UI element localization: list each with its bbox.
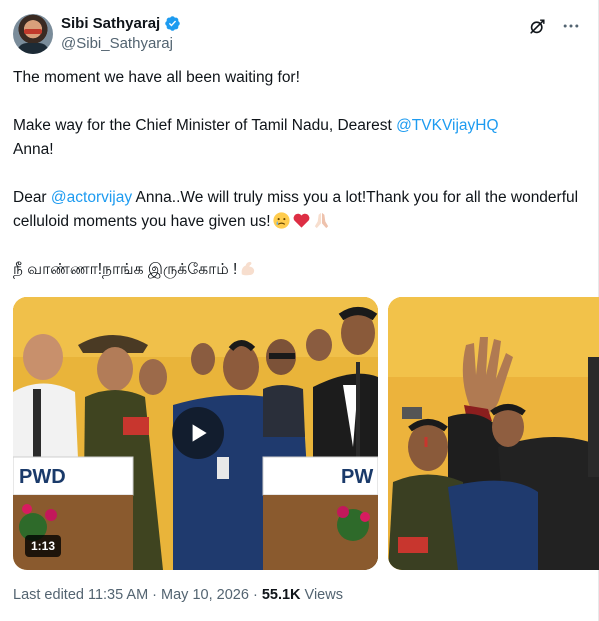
video-thumbnail-1[interactable]: PWD PW 1:13 [13, 297, 378, 570]
tweet-line-2-text: Make way for the Chief Minister of Tamil… [13, 117, 397, 134]
avatar-shirt [17, 43, 49, 54]
more-icon[interactable] [561, 16, 581, 36]
author-handle[interactable]: @Sibi_Sathyaraj [61, 35, 173, 52]
play-icon [192, 424, 207, 442]
video-duration-badge: 1:13 [25, 535, 62, 557]
tweet-line-1: The moment we have all been waiting for! [13, 69, 300, 86]
podium-label-left: PWD [19, 466, 66, 488]
tweet-line-3-lead: Dear [13, 189, 51, 206]
tweet-line-2-end: Anna! [13, 141, 54, 158]
tweet-text: The moment we have all been waiting for!… [13, 66, 583, 282]
tweet-header: Sibi Sathyaraj @Sibi_Sathyaraj [13, 12, 583, 56]
views-label: Views [300, 587, 343, 603]
tweet-meta: Last edited 11:35 AM · May 10, 2026 · 55… [13, 587, 343, 603]
verified-badge-icon [164, 15, 181, 32]
meta-separator: · [248, 587, 262, 603]
video-2-scene [388, 297, 599, 570]
avatar[interactable] [13, 14, 53, 54]
video-thumbnail-2[interactable] [388, 297, 599, 570]
author-name-row[interactable]: Sibi Sathyaraj [61, 15, 181, 32]
crying-face-emoji [272, 211, 291, 230]
views-count: 55.1K [261, 587, 301, 603]
header-actions [527, 16, 581, 36]
mention-actorvijay-link[interactable]: @actorvijay [51, 189, 132, 206]
avatar-glasses [24, 29, 42, 34]
play-button[interactable] [172, 407, 224, 459]
mention-tvkvijayhq-link[interactable]: @TVKVijayHQ [396, 117, 498, 134]
grok-icon[interactable] [527, 16, 547, 36]
tweet-line-4-text: நீ வாண்ணா!நாங்க இருக்கோம் ! [13, 261, 238, 278]
tweet-line-3: Dear @actorvijay Anna..We will truly mis… [13, 186, 583, 234]
tweet-card: Sibi Sathyaraj @Sibi_Sathyaraj The momen… [0, 0, 599, 621]
flexed-biceps-emoji [238, 259, 257, 278]
svg-text:PW: PW [341, 466, 373, 488]
red-heart-emoji [292, 211, 311, 230]
folded-hands-emoji [312, 211, 331, 230]
tweet-line-4: நீ வாண்ணா!நாங்க இருக்கோம் ! [13, 258, 583, 282]
tweet-line-2: Make way for the Chief Minister of Tamil… [13, 114, 583, 162]
media-gallery: PWD PW 1:13 [13, 297, 599, 572]
edited-timestamp-link[interactable]: Last edited 11:35 AM · May 10, 2026 [13, 587, 249, 603]
author-display-name[interactable]: Sibi Sathyaraj [61, 15, 160, 32]
